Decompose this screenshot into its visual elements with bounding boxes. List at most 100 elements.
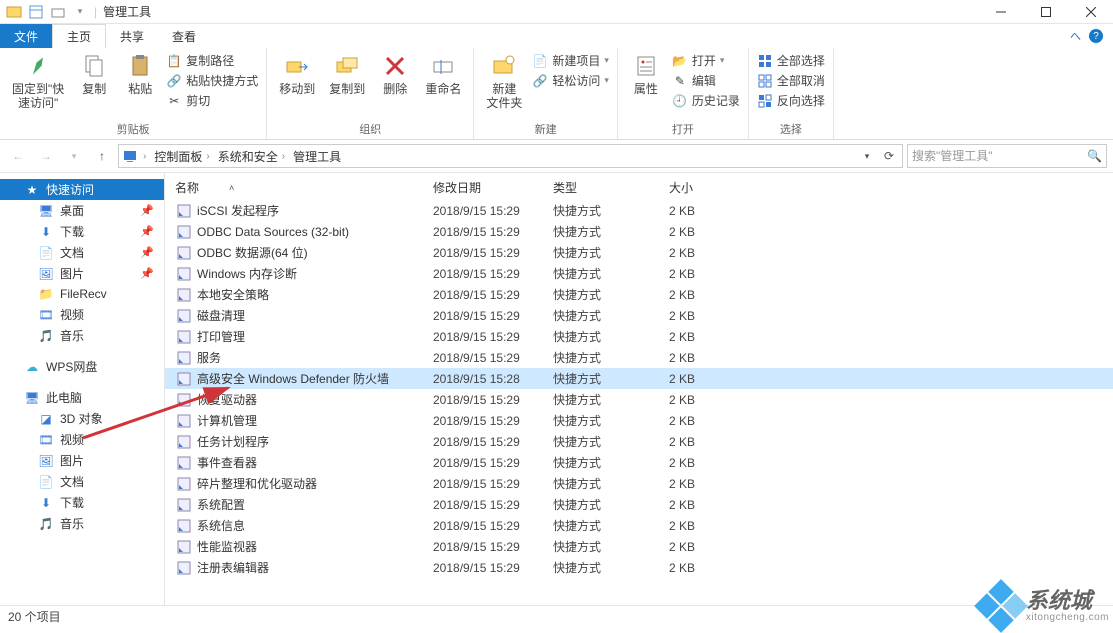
- sidebar-music[interactable]: 🎵音乐: [0, 325, 164, 346]
- file-row[interactable]: Windows 内存诊断 2018/9/15 15:29 快捷方式 2 KB: [165, 263, 1113, 284]
- file-row[interactable]: ODBC 数据源(64 位) 2018/9/15 15:29 快捷方式 2 KB: [165, 242, 1113, 263]
- help-icon[interactable]: ?: [1089, 29, 1103, 43]
- sidebar-downloads2[interactable]: ⬇下载: [0, 492, 164, 513]
- paste-button[interactable]: 粘贴: [120, 50, 160, 98]
- crumb-2[interactable]: 管理工具: [289, 148, 345, 165]
- sidebar-filerecv[interactable]: 📁FileRecv: [0, 284, 164, 304]
- file-row[interactable]: iSCSI 发起程序 2018/9/15 15:29 快捷方式 2 KB: [165, 200, 1113, 221]
- invertselect-button[interactable]: 反向选择: [757, 92, 825, 109]
- file-row[interactable]: 恢复驱动器 2018/9/15 15:29 快捷方式 2 KB: [165, 389, 1113, 410]
- file-row[interactable]: 性能监视器 2018/9/15 15:29 快捷方式 2 KB: [165, 536, 1113, 557]
- col-size[interactable]: 大小: [669, 179, 749, 196]
- col-type[interactable]: 类型: [553, 179, 669, 196]
- back-button[interactable]: ←: [6, 144, 30, 168]
- tab-share[interactable]: 共享: [106, 24, 158, 48]
- file-row[interactable]: 打印管理 2018/9/15 15:29 快捷方式 2 KB: [165, 326, 1113, 347]
- shortcut-file-icon: [175, 266, 193, 282]
- forward-button[interactable]: →: [34, 144, 58, 168]
- file-row[interactable]: 系统信息 2018/9/15 15:29 快捷方式 2 KB: [165, 515, 1113, 536]
- delete-icon: [381, 52, 409, 80]
- open-button[interactable]: 📂打开 ▾: [672, 52, 740, 69]
- file-row[interactable]: 系统配置 2018/9/15 15:29 快捷方式 2 KB: [165, 494, 1113, 515]
- sidebar-videos2[interactable]: 🎞视频: [0, 429, 164, 450]
- sidebar-music2[interactable]: 🎵音乐: [0, 513, 164, 534]
- newfolder-button[interactable]: 新建 文件夹: [482, 50, 526, 113]
- file-date: 2018/9/15 15:28: [433, 372, 553, 386]
- copy-button[interactable]: 复制: [74, 50, 114, 98]
- address-dropdown-icon[interactable]: ▾: [856, 145, 878, 167]
- history-button[interactable]: 🕘历史记录: [672, 92, 740, 109]
- tab-view[interactable]: 查看: [158, 24, 210, 48]
- sidebar-documents2[interactable]: 📄文档: [0, 471, 164, 492]
- file-name: iSCSI 发起程序: [197, 202, 433, 219]
- titlebar: ▾ | 管理工具: [0, 0, 1113, 24]
- file-row[interactable]: 任务计划程序 2018/9/15 15:29 快捷方式 2 KB: [165, 431, 1113, 452]
- file-row[interactable]: 服务 2018/9/15 15:29 快捷方式 2 KB: [165, 347, 1113, 368]
- file-row[interactable]: ODBC Data Sources (32-bit) 2018/9/15 15:…: [165, 221, 1113, 242]
- sidebar-pictures[interactable]: 🖼图片📌: [0, 263, 164, 284]
- copy-path-button[interactable]: 📋复制路径: [166, 52, 258, 69]
- file-name: 本地安全策略: [197, 286, 433, 303]
- col-name[interactable]: 名称: [175, 179, 199, 196]
- pin-icon: 📌: [140, 267, 154, 280]
- sidebar-quickaccess[interactable]: ★快速访问: [0, 179, 164, 200]
- refresh-button[interactable]: ⟳: [878, 145, 900, 167]
- cut-button[interactable]: ✂剪切: [166, 92, 258, 109]
- sidebar-pictures2[interactable]: 🖼图片: [0, 450, 164, 471]
- sidebar-3dobjects[interactable]: ◪3D 对象: [0, 408, 164, 429]
- sidebar-thispc[interactable]: 🖥此电脑: [0, 387, 164, 408]
- crumb-0[interactable]: 控制面板›: [150, 148, 213, 165]
- pin-icon: 📌: [140, 204, 154, 217]
- search-box[interactable]: 🔍: [907, 144, 1107, 168]
- qat-properties-icon[interactable]: [28, 4, 44, 20]
- newitem-button[interactable]: 📄新建项目 ▾: [532, 52, 609, 69]
- tab-file[interactable]: 文件: [0, 24, 52, 48]
- qat-dropdown-icon[interactable]: ▾: [72, 4, 88, 20]
- scissors-icon: ✂: [166, 93, 182, 109]
- paste-shortcut-button[interactable]: 🔗粘贴快捷方式: [166, 72, 258, 89]
- pin-quickaccess-button[interactable]: 固定到"快 速访问": [8, 50, 68, 113]
- up-button[interactable]: ↑: [90, 144, 114, 168]
- sidebar-documents[interactable]: 📄文档📌: [0, 242, 164, 263]
- copyto-button[interactable]: 复制到: [325, 50, 369, 98]
- path-icon: 📋: [166, 53, 182, 69]
- sidebar-wps[interactable]: ☁WPS网盘: [0, 356, 164, 377]
- recent-dropdown-icon[interactable]: ▾: [62, 144, 86, 168]
- rename-button[interactable]: 重命名: [421, 50, 465, 98]
- crumb-1[interactable]: 系统和安全›: [214, 148, 289, 165]
- sidebar-downloads[interactable]: ⬇下载📌: [0, 221, 164, 242]
- search-icon[interactable]: 🔍: [1087, 149, 1102, 163]
- file-row[interactable]: 磁盘清理 2018/9/15 15:29 快捷方式 2 KB: [165, 305, 1113, 326]
- column-headers[interactable]: 名称˄ 修改日期 类型 大小: [165, 173, 1113, 200]
- file-name: 碎片整理和优化驱动器: [197, 475, 433, 492]
- easyaccess-button[interactable]: 🔗轻松访问 ▾: [532, 72, 609, 89]
- close-button[interactable]: [1068, 0, 1113, 24]
- maximize-button[interactable]: [1023, 0, 1068, 24]
- selectnone-button[interactable]: 全部取消: [757, 72, 825, 89]
- properties-button[interactable]: 属性: [626, 50, 666, 98]
- tab-home[interactable]: 主页: [52, 24, 106, 48]
- file-row[interactable]: 碎片整理和优化驱动器 2018/9/15 15:29 快捷方式 2 KB: [165, 473, 1113, 494]
- file-row[interactable]: 事件查看器 2018/9/15 15:29 快捷方式 2 KB: [165, 452, 1113, 473]
- file-row[interactable]: 计算机管理 2018/9/15 15:29 快捷方式 2 KB: [165, 410, 1113, 431]
- file-date: 2018/9/15 15:29: [433, 288, 553, 302]
- sidebar-desktop[interactable]: 🖥桌面📌: [0, 200, 164, 221]
- minimize-button[interactable]: [978, 0, 1023, 24]
- address-bar[interactable]: › 控制面板› 系统和安全› 管理工具 ▾ ⟳: [118, 144, 903, 168]
- shortcut-file-icon: [175, 539, 193, 555]
- search-input[interactable]: [912, 149, 1087, 163]
- file-row[interactable]: 高级安全 Windows Defender 防火墙 2018/9/15 15:2…: [165, 368, 1113, 389]
- file-type: 快捷方式: [553, 307, 669, 324]
- collapse-ribbon-icon[interactable]: へ: [1070, 28, 1081, 44]
- moveto-button[interactable]: 移动到: [275, 50, 319, 98]
- file-type: 快捷方式: [553, 244, 669, 261]
- edit-button[interactable]: ✎编辑: [672, 72, 740, 89]
- col-date[interactable]: 修改日期: [433, 179, 553, 196]
- selectall-button[interactable]: 全部选择: [757, 52, 825, 69]
- sidebar-videos[interactable]: 🎞视频: [0, 304, 164, 325]
- file-row[interactable]: 本地安全策略 2018/9/15 15:29 快捷方式 2 KB: [165, 284, 1113, 305]
- file-row[interactable]: 注册表编辑器 2018/9/15 15:29 快捷方式 2 KB: [165, 557, 1113, 578]
- file-name: 高级安全 Windows Defender 防火墙: [197, 370, 433, 387]
- qat-newfolder-icon[interactable]: [50, 4, 66, 20]
- delete-button[interactable]: 删除: [375, 50, 415, 98]
